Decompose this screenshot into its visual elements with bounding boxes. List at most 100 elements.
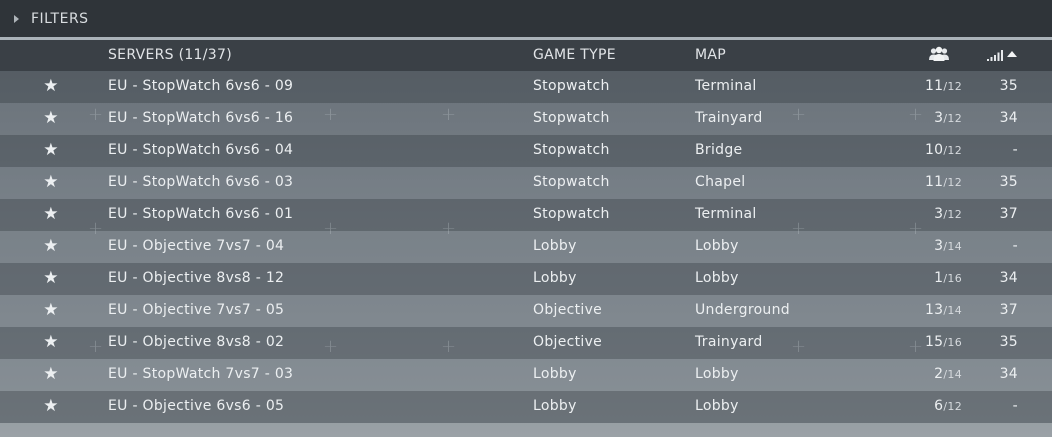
players-current: 3 bbox=[934, 238, 944, 254]
sort-ascending-icon bbox=[1007, 51, 1017, 57]
server-name: EU - Objective 8vs8 - 02 bbox=[108, 334, 285, 350]
game-type: Objective bbox=[533, 334, 603, 350]
star-icon[interactable]: ★ bbox=[42, 359, 60, 390]
star-icon[interactable]: ★ bbox=[42, 327, 60, 358]
player-count: 10/12 bbox=[925, 135, 962, 166]
players-current: 11 bbox=[924, 78, 944, 94]
ping-value: 34 bbox=[999, 270, 1018, 286]
server-row[interactable]: ★ EU - Objective 8vs8 - 02 Objective Trainy… bbox=[0, 327, 1052, 359]
player-count: 15/16 bbox=[925, 327, 962, 358]
server-row[interactable]: ★ EU - Objective 8vs8 - 12 Lobby Lobby 1/16 3… bbox=[0, 263, 1052, 295]
column-map[interactable]: MAP bbox=[695, 40, 726, 70]
players-max: /12 bbox=[943, 112, 962, 125]
server-name: EU - StopWatch 6vs6 - 16 bbox=[108, 110, 294, 126]
server-name: EU - Objective 6vs6 - 05 bbox=[108, 398, 285, 414]
game-type: Stopwatch bbox=[533, 174, 610, 190]
server-row[interactable]: ★ EU - Objective 6vs6 - 05 Lobby Lobby 6/12 - bbox=[0, 391, 1052, 423]
ping-value: 37 bbox=[999, 302, 1018, 318]
server-row[interactable]: ★ EU - Objective 7vs7 - 04 Lobby Lobby 3/14 - bbox=[0, 231, 1052, 263]
players-icon bbox=[929, 46, 949, 61]
players-max: /12 bbox=[943, 176, 962, 189]
players-max: /14 bbox=[943, 304, 962, 317]
map-name: Terminal bbox=[695, 78, 757, 94]
player-count: 13/14 bbox=[925, 295, 962, 326]
server-name: EU - StopWatch 6vs6 - 01 bbox=[108, 206, 294, 222]
ping-value: 34 bbox=[999, 366, 1018, 382]
game-type: Lobby bbox=[533, 366, 577, 382]
server-name: EU - StopWatch 7vs7 - 03 bbox=[108, 366, 294, 382]
server-name: EU - Objective 8vs8 - 12 bbox=[108, 270, 285, 286]
star-icon[interactable]: ★ bbox=[42, 295, 60, 326]
player-count: 3/12 bbox=[934, 199, 962, 230]
players-current: 13 bbox=[924, 302, 944, 318]
server-row[interactable]: ★ EU - StopWatch 6vs6 - 09 Stopwatch Termin… bbox=[0, 71, 1052, 103]
map-name: Lobby bbox=[695, 366, 739, 382]
map-name: Trainyard bbox=[695, 110, 763, 126]
game-type: Stopwatch bbox=[533, 142, 610, 158]
map-name: Lobby bbox=[695, 270, 739, 286]
players-current: 10 bbox=[924, 142, 944, 158]
ping-value: - bbox=[1012, 142, 1018, 158]
ping-value: 34 bbox=[999, 110, 1018, 126]
map-name: Trainyard bbox=[695, 334, 763, 350]
game-type: Lobby bbox=[533, 238, 577, 254]
ping-value: 37 bbox=[999, 206, 1018, 222]
star-icon[interactable]: ★ bbox=[42, 391, 60, 422]
game-type: Lobby bbox=[533, 270, 577, 286]
players-max: /12 bbox=[943, 80, 962, 93]
map-name: Bridge bbox=[695, 142, 743, 158]
game-type: Stopwatch bbox=[533, 110, 610, 126]
column-ping[interactable] bbox=[987, 50, 1017, 61]
star-icon[interactable]: ★ bbox=[42, 71, 60, 102]
star-icon[interactable]: ★ bbox=[42, 167, 60, 198]
server-name: EU - StopWatch 6vs6 - 04 bbox=[108, 142, 294, 158]
player-count: 11/12 bbox=[925, 71, 962, 102]
players-current: 2 bbox=[934, 366, 944, 382]
map-name: Chapel bbox=[695, 174, 746, 190]
star-icon[interactable]: ★ bbox=[42, 103, 60, 134]
map-name: Lobby bbox=[695, 398, 739, 414]
server-name: EU - StopWatch 6vs6 - 03 bbox=[108, 174, 294, 190]
signal-bars-icon bbox=[987, 50, 1003, 61]
server-name: EU - StopWatch 6vs6 - 09 bbox=[108, 78, 294, 94]
server-row[interactable]: ★ EU - StopWatch 6vs6 - 16 Stopwatch Trainy… bbox=[0, 103, 1052, 135]
player-count: 2/14 bbox=[934, 359, 962, 390]
server-row[interactable]: ★ EU - Objective 7vs7 - 05 Objective Underg… bbox=[0, 295, 1052, 327]
star-icon[interactable]: ★ bbox=[42, 199, 60, 230]
game-type: Stopwatch bbox=[533, 78, 610, 94]
players-current: 3 bbox=[934, 206, 944, 222]
caret-right-icon bbox=[14, 14, 19, 23]
player-count: 3/14 bbox=[934, 231, 962, 262]
ping-value: - bbox=[1012, 238, 1018, 254]
column-players[interactable] bbox=[929, 46, 949, 66]
server-list: ★ EU - StopWatch 6vs6 - 09 Stopwatch Termin… bbox=[0, 71, 1052, 423]
server-row[interactable]: ★ EU - StopWatch 6vs6 - 03 Stopwatch Chapel… bbox=[0, 167, 1052, 199]
players-current: 6 bbox=[934, 398, 944, 414]
players-max: /16 bbox=[943, 272, 962, 285]
players-max: /12 bbox=[943, 144, 962, 157]
player-count: 6/12 bbox=[934, 391, 962, 422]
players-current: 11 bbox=[924, 174, 944, 190]
map-name: Lobby bbox=[695, 238, 739, 254]
filters-label: FILTERS bbox=[31, 10, 89, 27]
star-icon[interactable]: ★ bbox=[42, 231, 60, 262]
server-row[interactable]: ★ EU - StopWatch 6vs6 - 01 Stopwatch Termin… bbox=[0, 199, 1052, 231]
ping-value: - bbox=[1012, 398, 1018, 414]
ping-value: 35 bbox=[999, 174, 1018, 190]
star-icon[interactable]: ★ bbox=[42, 263, 60, 294]
server-row[interactable]: ★ EU - StopWatch 6vs6 - 04 Stopwatch Bridge… bbox=[0, 135, 1052, 167]
filters-toggle[interactable]: FILTERS bbox=[0, 0, 1052, 37]
player-count: 1/16 bbox=[934, 263, 962, 294]
column-game-type[interactable]: GAME TYPE bbox=[533, 40, 616, 70]
game-type: Lobby bbox=[533, 398, 577, 414]
players-max: /12 bbox=[943, 400, 962, 413]
players-current: 3 bbox=[934, 110, 944, 126]
star-icon[interactable]: ★ bbox=[42, 135, 60, 166]
column-servers[interactable]: SERVERS (11/37) bbox=[108, 40, 232, 70]
player-count: 11/12 bbox=[925, 167, 962, 198]
players-max: /14 bbox=[943, 368, 962, 381]
players-max: /16 bbox=[943, 336, 962, 349]
server-row[interactable]: ★ EU - StopWatch 7vs7 - 03 Lobby Lobby 2/14 3… bbox=[0, 359, 1052, 391]
server-name: EU - Objective 7vs7 - 05 bbox=[108, 302, 285, 318]
players-current: 15 bbox=[924, 334, 944, 350]
